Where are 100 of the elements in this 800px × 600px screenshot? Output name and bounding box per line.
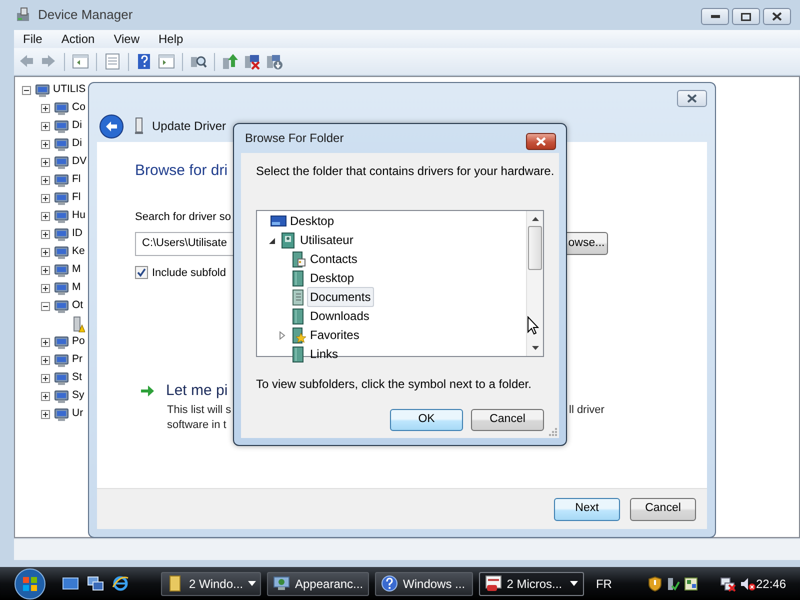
- clock[interactable]: 22:46: [756, 574, 800, 592]
- device-icon: [54, 262, 69, 278]
- tree-item[interactable]: Utilisateur: [300, 231, 354, 250]
- tree-item[interactable]: Desktop: [290, 212, 334, 230]
- close-button[interactable]: [763, 8, 791, 25]
- expand-toggle-icon[interactable]: [41, 158, 50, 166]
- close-button[interactable]: [677, 90, 707, 107]
- speaker-muted-icon[interactable]: [740, 576, 756, 592]
- option-link[interactable]: Let me pi: [166, 380, 228, 402]
- tree-item[interactable]: Sy: [72, 388, 84, 404]
- menu-item[interactable]: Help: [158, 30, 190, 48]
- description-text: ll driver: [569, 402, 604, 418]
- close-button[interactable]: [526, 133, 556, 150]
- tree-item[interactable]: Links: [310, 345, 338, 364]
- expand-toggle-icon[interactable]: [41, 248, 50, 256]
- maximize-icon: [741, 12, 751, 20]
- expand-toggle-icon[interactable]: [41, 284, 50, 292]
- shield-icon[interactable]: [648, 576, 662, 592]
- cancel-button[interactable]: Cancel: [471, 408, 544, 431]
- back-button[interactable]: [99, 114, 124, 138]
- down-arrow-icon[interactable]: [266, 53, 283, 70]
- expand-toggle-icon[interactable]: [41, 266, 50, 274]
- device-icon: [54, 406, 69, 422]
- tree-item[interactable]: Hu: [72, 208, 86, 224]
- tree-item[interactable]: Pr: [72, 352, 82, 368]
- pane-icon[interactable]: [158, 53, 175, 70]
- expand-toggle-icon[interactable]: [41, 410, 50, 418]
- minimize-button[interactable]: [701, 8, 729, 25]
- tree-item[interactable]: UTILIS: [53, 82, 86, 98]
- expand-toggle-icon[interactable]: [41, 374, 50, 382]
- tree-item[interactable]: Co: [72, 100, 86, 116]
- expand-toggle-icon[interactable]: [41, 230, 50, 238]
- expand-toggle-icon[interactable]: [41, 338, 50, 346]
- expand-toggle-icon[interactable]: [41, 356, 50, 364]
- tree-item[interactable]: M: [72, 262, 81, 278]
- taskbar-button[interactable]: Windows ...: [375, 572, 473, 596]
- tree-item[interactable]: Documents: [307, 287, 374, 308]
- maximize-button[interactable]: [732, 8, 760, 25]
- checkbox[interactable]: [135, 266, 148, 280]
- menu-item[interactable]: Action: [61, 30, 102, 48]
- expand-toggle-icon[interactable]: [41, 122, 50, 130]
- expand-toggle-icon[interactable]: [41, 212, 50, 220]
- window-icon[interactable]: [684, 576, 698, 592]
- expand-toggle-icon[interactable]: [41, 176, 50, 184]
- device-icon: [54, 226, 69, 242]
- tree-item[interactable]: Fl: [72, 190, 81, 206]
- cross-icon[interactable]: [244, 53, 261, 70]
- expanded-arrow-icon[interactable]: [268, 236, 276, 245]
- field-label: Search for driver so: [135, 210, 231, 225]
- scroll-thumb[interactable]: [528, 226, 542, 270]
- tree-item[interactable]: Ot: [72, 298, 84, 314]
- tree-item[interactable]: Po: [72, 334, 85, 350]
- description-text: software in t: [167, 418, 226, 432]
- help-icon[interactable]: [136, 53, 153, 70]
- collapse-toggle-icon[interactable]: [41, 302, 50, 310]
- network-disconnected-icon[interactable]: [720, 576, 736, 592]
- collapsed-arrow-icon[interactable]: [278, 330, 286, 340]
- presentation-icon: [484, 575, 502, 592]
- show-desktop-icon[interactable]: [62, 576, 79, 591]
- tree-item[interactable]: M: [72, 280, 81, 296]
- scroll-up-icon[interactable]: [530, 216, 540, 222]
- scrollbar[interactable]: [526, 210, 543, 356]
- tree-item[interactable]: Downloads: [310, 307, 370, 326]
- tree-item[interactable]: Fl: [72, 172, 81, 188]
- tree-item[interactable]: Di: [72, 118, 82, 134]
- language-indicator[interactable]: FR: [596, 574, 612, 592]
- device-icon: [54, 334, 69, 350]
- pane-icon[interactable]: [72, 53, 89, 70]
- browse-button[interactable]: owse...: [566, 232, 608, 255]
- next-button[interactable]: Next: [554, 498, 620, 520]
- menu-item[interactable]: View: [114, 30, 146, 48]
- collapse-toggle-icon[interactable]: [22, 86, 31, 94]
- menu-item[interactable]: File: [23, 30, 50, 48]
- taskbar-button[interactable]: 2 Micros...: [478, 572, 584, 596]
- tree-item[interactable]: Desktop: [310, 269, 354, 288]
- tree-item[interactable]: Contacts: [310, 250, 358, 268]
- cancel-button[interactable]: Cancel: [630, 498, 696, 520]
- tree-item[interactable]: Ur: [72, 406, 84, 422]
- taskbar-button[interactable]: Appearanc...: [267, 572, 370, 596]
- tree-item[interactable]: Favorites: [310, 326, 360, 344]
- tree-item[interactable]: DV: [72, 154, 87, 170]
- tree-item[interactable]: Ke: [72, 244, 85, 260]
- expand-toggle-icon[interactable]: [41, 140, 50, 148]
- expand-toggle-icon[interactable]: [41, 194, 50, 202]
- tree-item[interactable]: ID: [72, 226, 82, 242]
- scroll-down-icon[interactable]: [530, 344, 540, 351]
- display-icon: [273, 575, 290, 592]
- browser-icon[interactable]: [112, 575, 129, 592]
- list-icon[interactable]: [104, 53, 121, 70]
- expand-toggle-icon[interactable]: [41, 104, 50, 112]
- tree-item[interactable]: Di: [72, 136, 82, 152]
- network-icon[interactable]: [666, 576, 680, 592]
- expand-toggle-icon[interactable]: [41, 392, 50, 400]
- switch-windows-icon[interactable]: [87, 576, 104, 591]
- tree-item[interactable]: St: [72, 370, 82, 386]
- close-icon: [534, 136, 548, 147]
- up-arrow-icon[interactable]: [222, 53, 239, 70]
- ok-button[interactable]: OK: [390, 408, 463, 431]
- taskbar-button[interactable]: 2 Windo...: [161, 572, 261, 596]
- device-icon: [54, 136, 69, 152]
